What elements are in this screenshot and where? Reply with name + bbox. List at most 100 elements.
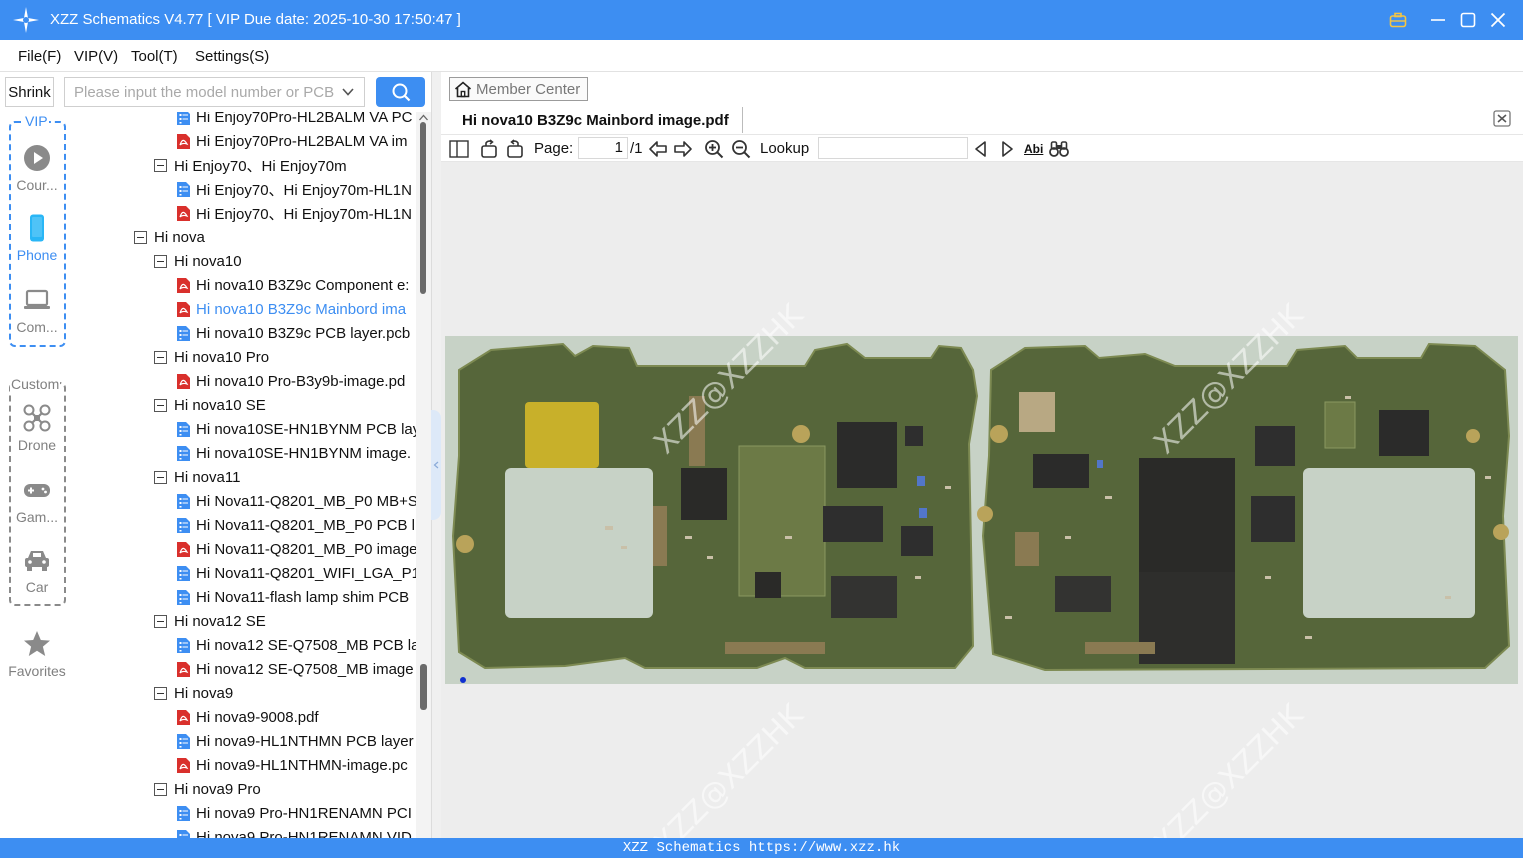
tree-item-label: Hi Enjoy70Pro-HL2BALM VA im <box>196 132 408 150</box>
category-course[interactable]: Cour... <box>0 144 74 200</box>
tree-file-row[interactable]: Hi nova9-9008.pdf <box>176 705 319 729</box>
search-icon <box>392 83 410 102</box>
tree-folder-row[interactable]: Hi nova10 <box>154 249 242 273</box>
tree-folder-row[interactable]: Hi nova10 SE <box>154 393 266 417</box>
tree-file-row[interactable]: Hi Enjoy70、Hi Enjoy70m-HL1N <box>176 177 412 201</box>
pcb-file-icon <box>177 589 190 605</box>
tree-folder-row[interactable]: Hi nova12 SE <box>154 609 266 633</box>
collapse-toggle-icon[interactable] <box>154 350 167 364</box>
tree-folder-row[interactable]: Hi nova9 Pro <box>154 777 261 801</box>
next-page-arrow-icon[interactable] <box>673 139 693 159</box>
zoom-in-icon[interactable] <box>704 139 724 159</box>
tree-scroll-thumb[interactable] <box>420 122 426 294</box>
category-car[interactable]: Car <box>0 546 74 602</box>
model-tree: Hi Enjoy70Pro-HL2BALM VA PC Hi Enjoy70Pro… <box>74 112 416 838</box>
collapse-toggle-icon[interactable] <box>154 470 167 484</box>
tree-file-row[interactable]: Hi nova12 SE-Q7508_MB image <box>176 657 414 681</box>
zoom-out-icon[interactable] <box>731 139 751 159</box>
shrink-button[interactable]: Shrink <box>5 77 54 107</box>
tree-file-row[interactable]: Hi Enjoy70Pro-HL2BALM VA im <box>176 129 407 153</box>
find-previous-icon[interactable] <box>971 139 991 159</box>
chevron-down-icon[interactable] <box>341 85 355 99</box>
tree-folder-row[interactable]: Hi nova9 <box>154 681 233 705</box>
pcb-file-icon <box>177 112 190 125</box>
search-combobox[interactable] <box>64 77 365 107</box>
document-tab[interactable]: Hi nova10 B3Z9c Mainbord image.pdf <box>449 107 743 133</box>
tree-item-label: Hi nova10 B3Z9c PCB layer.pcb <box>196 324 411 342</box>
tree-item-label: Hi Enjoy70、Hi Enjoy70m-HL1N <box>196 205 412 223</box>
tree-file-row[interactable]: Hi Nova11-Q8201_MB_P0 PCB l <box>176 513 415 537</box>
tree-file-row[interactable]: Hi Nova11-Q8201_MB_P0 MB+S <box>176 489 416 513</box>
page-number-input[interactable]: 1 <box>578 137 628 159</box>
play-circle-icon <box>24 145 50 171</box>
tree-item-label: Hi nova9 <box>174 684 234 702</box>
tree-scrollbar[interactable] <box>416 112 431 838</box>
close-document-icon[interactable] <box>1493 110 1511 127</box>
scroll-up-arrow-icon[interactable] <box>419 114 428 121</box>
tree-file-row[interactable]: Hi nova12 SE-Q7508_MB PCB la <box>176 633 416 657</box>
category-car-label: Car <box>25 579 49 595</box>
menu-settings[interactable]: Settings(S) <box>195 48 269 65</box>
sidebar-toggle-icon[interactable] <box>449 139 469 159</box>
tree-folder-row[interactable]: Hi nova10 Pro <box>154 345 269 369</box>
tree-file-row[interactable]: Hi nova9 Pro-HN1RENAMN VID <box>176 825 412 838</box>
rotate-left-icon[interactable] <box>479 139 499 159</box>
panel-splitter[interactable] <box>431 72 441 838</box>
collapse-toggle-icon[interactable] <box>134 230 147 244</box>
tree-folder-row[interactable]: Hi Enjoy70、Hi Enjoy70m <box>154 153 347 177</box>
tree-folder-row[interactable]: Hi nova11 <box>154 465 240 489</box>
tree-file-row[interactable]: Hi nova9-HL1NTHMN-image.pc <box>176 753 408 777</box>
close-window-button[interactable] <box>1484 6 1512 34</box>
collapse-toggle-icon[interactable] <box>154 158 167 172</box>
lookup-input[interactable] <box>818 137 968 159</box>
minimize-button[interactable] <box>1424 6 1452 34</box>
drone-icon <box>23 404 51 432</box>
previous-page-arrow-icon[interactable] <box>648 139 668 159</box>
tree-file-row[interactable]: Hi nova10 B3Z9c Component e: <box>176 273 409 297</box>
tree-item-label: Hi Enjoy70、Hi Enjoy70m-HL1N <box>196 181 412 199</box>
menu-tool[interactable]: Tool(T) <box>131 48 178 65</box>
collapse-toggle-icon[interactable] <box>154 398 167 412</box>
collapse-panel-handle[interactable] <box>431 410 441 520</box>
tree-file-row[interactable]: Hi nova10SE-HN1BYNM PCB lay <box>176 417 416 441</box>
member-center-label: Member Center <box>476 80 581 98</box>
search-input[interactable] <box>66 79 336 105</box>
tree-file-row[interactable]: Hi nova10 Pro-B3y9b-image.pd <box>176 369 405 393</box>
tree-file-row[interactable]: Hi nova9 Pro-HN1RENAMN PCI <box>176 801 412 825</box>
category-phone-label: Phone <box>16 247 58 263</box>
collapse-toggle-icon[interactable] <box>154 686 167 700</box>
tree-file-row[interactable]: Hi Nova11-Q8201_MB_P0 image <box>176 537 416 561</box>
match-case-icon[interactable]: Abi <box>1024 142 1043 156</box>
collapse-toggle-icon[interactable] <box>154 614 167 628</box>
tree-item-label: Hi Enjoy70、Hi Enjoy70m <box>174 157 347 175</box>
tree-item-label: Hi nova10SE-HN1BYNM image. <box>196 444 412 462</box>
category-computer[interactable]: Com... <box>0 286 74 342</box>
tree-file-row[interactable]: Hi Enjoy70、Hi Enjoy70m-HL1N <box>176 201 412 225</box>
maximize-button[interactable] <box>1454 6 1482 34</box>
menu-vip[interactable]: VIP(V) <box>74 48 118 65</box>
vip-briefcase-icon[interactable] <box>1384 6 1412 34</box>
tree-file-row[interactable]: Hi nova10 B3Z9c Mainbord ima <box>176 297 406 321</box>
tree-file-row[interactable]: Hi Nova11-flash lamp shim PCB <box>176 585 409 609</box>
member-center-button[interactable]: Member Center <box>449 77 588 101</box>
rotate-right-icon[interactable] <box>505 139 525 159</box>
tree-file-row[interactable]: Hi nova10SE-HN1BYNM image. <box>176 441 411 465</box>
tree-folder-row[interactable]: Hi nova <box>134 225 205 249</box>
tree-item-label: Hi nova10 B3Z9c Mainbord ima <box>196 300 407 318</box>
category-favorites[interactable]: Favorites <box>0 630 74 686</box>
category-game[interactable]: Gam... <box>0 476 74 532</box>
category-phone[interactable]: Phone <box>0 214 74 270</box>
tree-secondary-scroll-thumb[interactable] <box>420 664 427 710</box>
tree-file-row[interactable]: Hi Nova11-Q8201_WIFI_LGA_P1 <box>176 561 416 585</box>
collapse-toggle-icon[interactable] <box>154 782 167 796</box>
tree-file-row[interactable]: Hi Enjoy70Pro-HL2BALM VA PC <box>176 112 412 129</box>
search-button[interactable] <box>376 77 425 107</box>
menu-file[interactable]: File(F) <box>18 48 61 65</box>
binoculars-icon[interactable] <box>1049 139 1069 159</box>
collapse-toggle-icon[interactable] <box>154 254 167 268</box>
tree-file-row[interactable]: Hi nova9-HL1NTHMN PCB layer <box>176 729 414 753</box>
find-next-icon[interactable] <box>997 139 1017 159</box>
category-drone[interactable]: Drone <box>0 404 74 460</box>
pdf-viewer[interactable]: XZZ@XZZHK XZZ@XZZHK XZZ@XZZHK XZZ@XZZHK <box>441 162 1523 838</box>
tree-file-row[interactable]: Hi nova10 B3Z9c PCB layer.pcb <box>176 321 410 345</box>
